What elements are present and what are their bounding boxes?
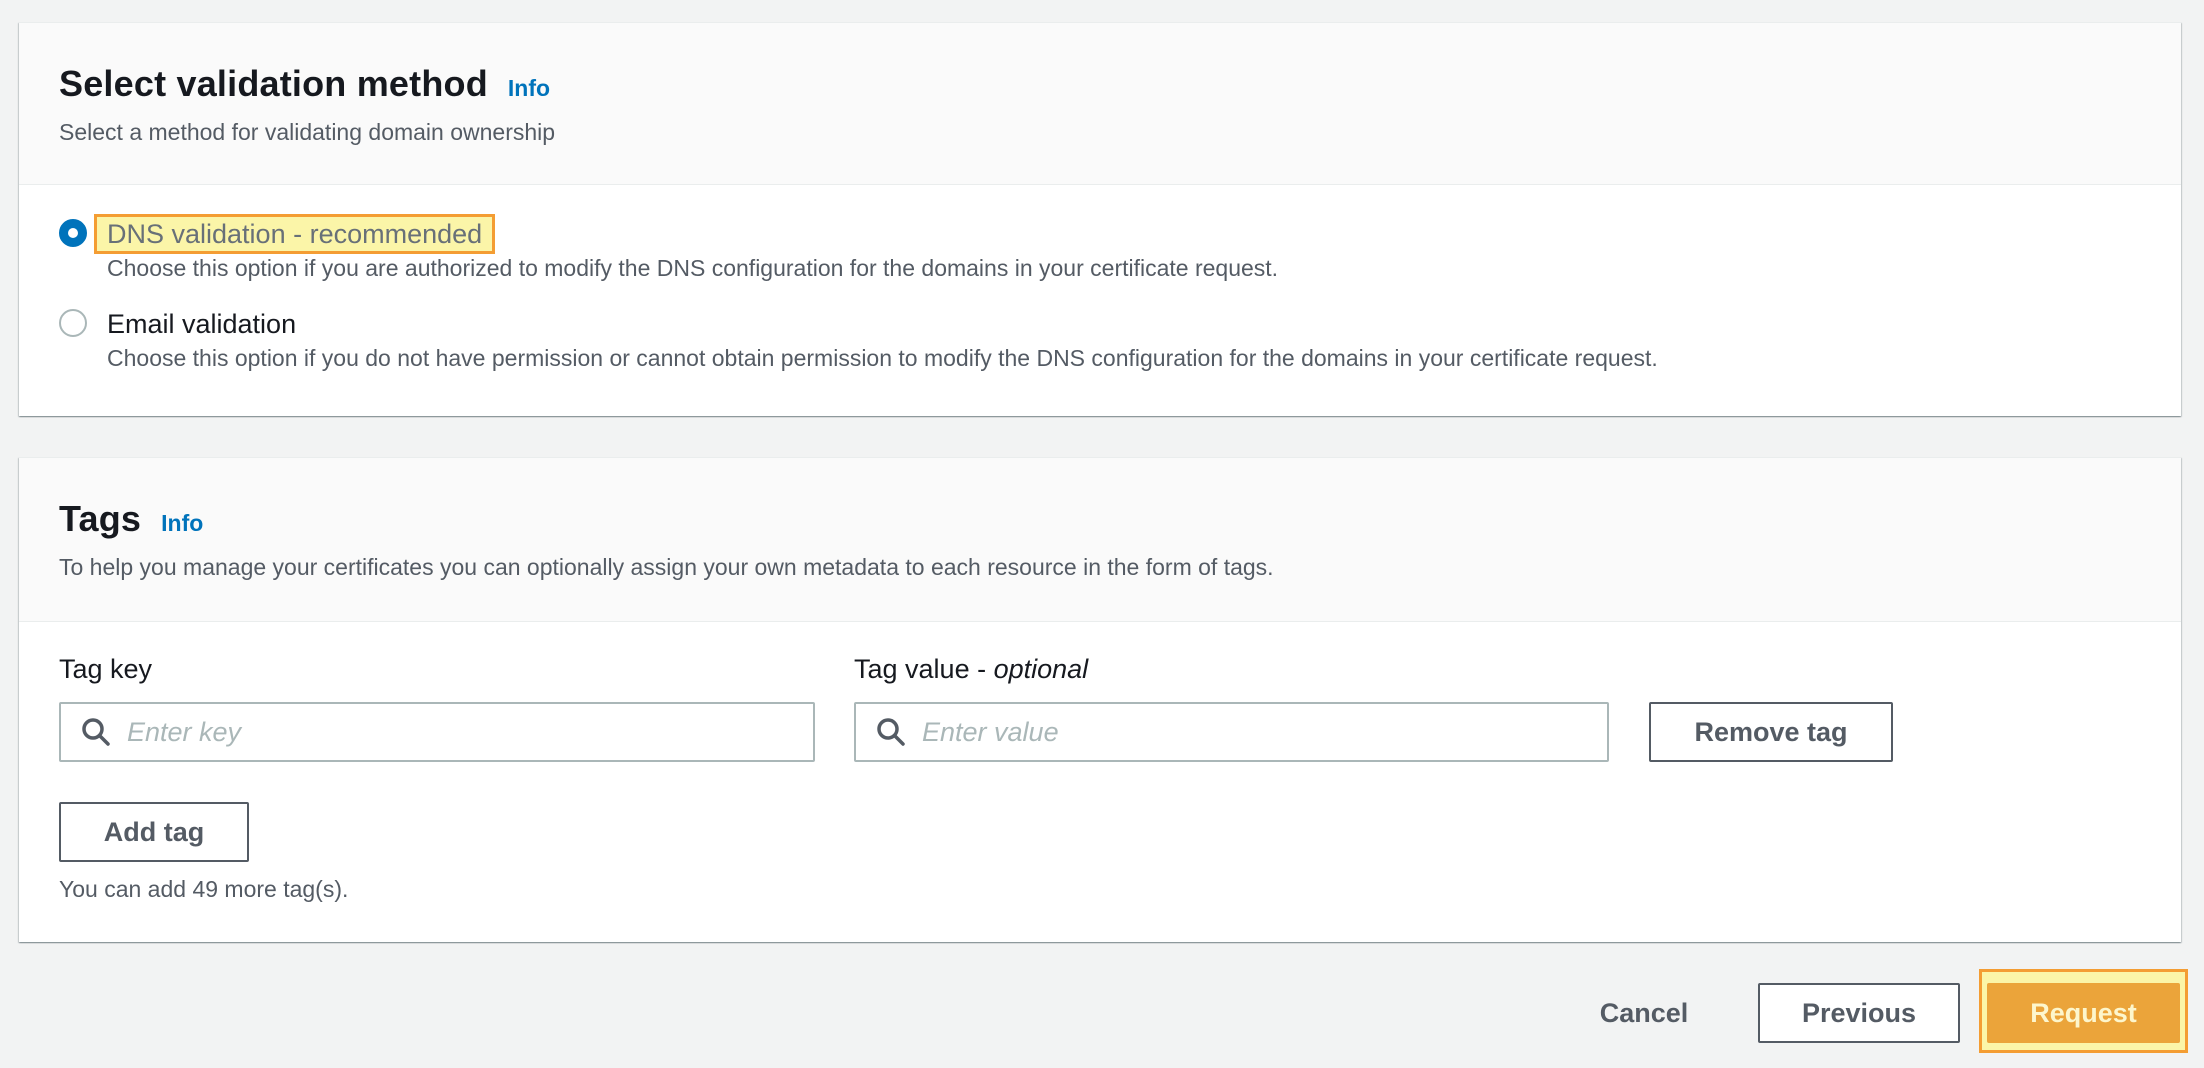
tags-info-link[interactable]: Info [161, 510, 203, 537]
tag-key-label: Tag key [59, 654, 153, 684]
dns-validation-option[interactable]: DNS validation - recommended Choose this… [59, 214, 1279, 282]
tag-value-input-wrapper[interactable] [854, 702, 1609, 762]
validation-info-link[interactable]: Info [508, 75, 550, 102]
tags-panel-header: Tags Info To help you manage your certif… [19, 458, 2181, 622]
tags-panel-description: To help you manage your certificates you… [59, 554, 1274, 580]
tag-value-label: Tag value - optional [854, 654, 1088, 685]
tags-panel-title: Tags [59, 498, 142, 539]
validation-method-panel: Select validation method Info Select a m… [19, 22, 2181, 416]
tag-key-input-wrapper[interactable] [59, 702, 815, 762]
tags-panel: Tags Info To help you manage your certif… [19, 457, 2181, 942]
tags-remaining-hint: You can add 49 more tag(s). [59, 876, 349, 902]
tag-key-input[interactable] [127, 716, 729, 748]
add-tag-button[interactable]: Add tag [59, 802, 249, 862]
request-button[interactable]: Request [1987, 983, 2180, 1043]
remove-tag-button[interactable]: Remove tag [1649, 702, 1893, 762]
cancel-button[interactable]: Cancel [1576, 983, 1712, 1043]
email-validation-label[interactable]: Email validation [107, 307, 296, 341]
validation-panel-title: Select validation method [59, 63, 488, 104]
search-icon [877, 718, 905, 746]
validation-panel-header: Select validation method Info Select a m… [19, 23, 2181, 185]
email-validation-option[interactable]: Email validation Choose this option if y… [59, 307, 1658, 372]
dns-validation-radio[interactable] [59, 219, 87, 247]
dns-validation-help: Choose this option if you are authorized… [107, 255, 1279, 281]
tag-value-input[interactable] [922, 716, 1523, 748]
email-validation-radio[interactable] [59, 309, 87, 337]
tag-value-label-text: Tag value - [854, 654, 994, 684]
email-validation-help: Choose this option if you do not have pe… [107, 345, 1658, 371]
previous-button[interactable]: Previous [1758, 983, 1960, 1043]
validation-panel-description: Select a method for validating domain ow… [59, 119, 556, 145]
dns-validation-label[interactable]: DNS validation - recommended [93, 214, 496, 254]
tag-value-optional: optional [993, 654, 1089, 684]
search-icon [82, 718, 110, 746]
